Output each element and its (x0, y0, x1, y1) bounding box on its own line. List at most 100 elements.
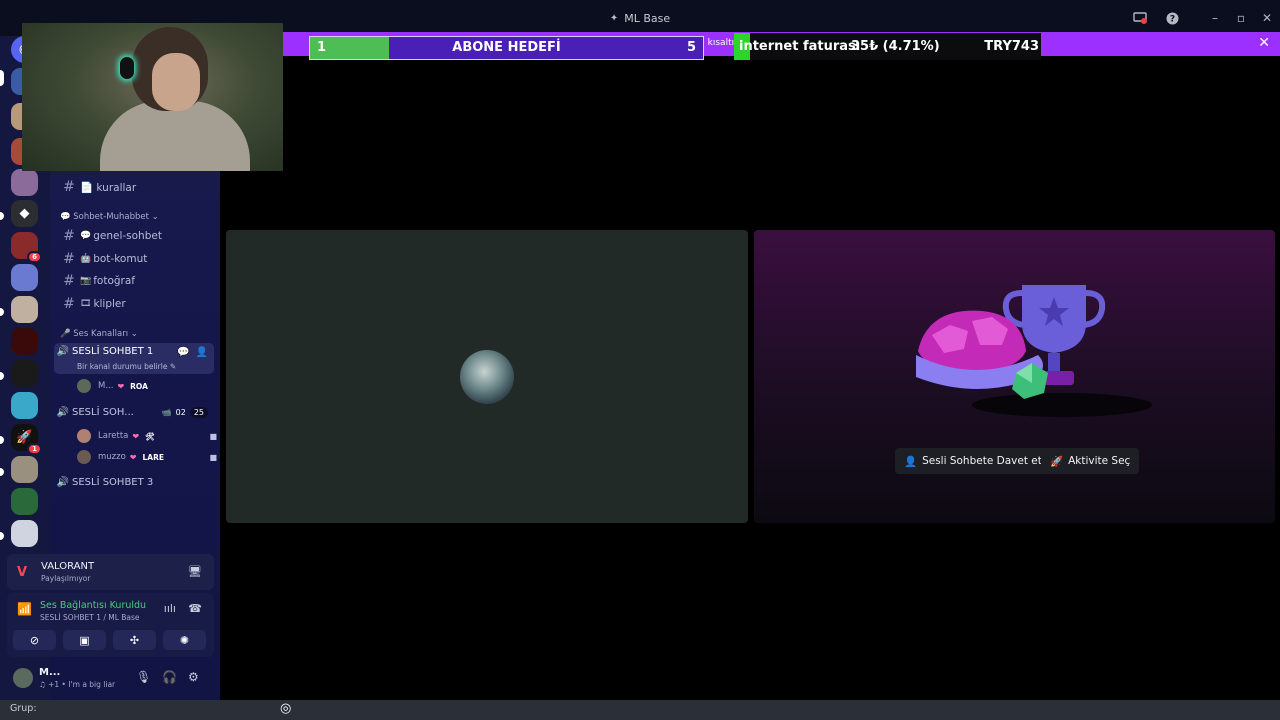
activity-tile: 👤 Sesli Sohbete Davet et 🚀 Aktivite Seç (754, 230, 1275, 523)
channel-label: 📄 kurallar (80, 181, 137, 194)
hash-icon: # (63, 251, 75, 267)
screen-share-icon[interactable] (1124, 0, 1156, 36)
soundboard-icon: ✺ (179, 633, 190, 647)
minimize-button[interactable]: – (1202, 0, 1228, 36)
choose-activity-button[interactable]: 🚀 Aktivite Seç (1041, 448, 1140, 474)
voice-connection-state[interactable]: Ses Bağlantısı Kuruldu (40, 600, 146, 611)
status-bar: Grup: ◎ (0, 700, 1280, 720)
channel-label: klipler (93, 298, 126, 310)
server-icon[interactable]: 🚀 1 (11, 424, 42, 455)
user-panel: M... ♫ +1 • I'm a big liar 🎙 🎧 ⚙ (7, 662, 214, 694)
server-icon[interactable]: 6 (11, 232, 42, 263)
member-tag: 🛠 (145, 431, 155, 441)
channel-item-genel-sohbet[interactable]: # 💬 genel-sohbet (58, 226, 214, 246)
server-icon[interactable] (11, 264, 38, 291)
donation-amount: 35₺ (4.71%) (851, 39, 940, 54)
unread-pill (0, 212, 4, 220)
voice-member[interactable]: M... ❤ ROA (77, 378, 217, 394)
speaker-icon: 🔊 (56, 477, 70, 488)
activity-label: Aktivite Seç (1068, 455, 1131, 467)
headphones-icon[interactable]: 🎧 (162, 670, 177, 684)
camera-off-button[interactable]: ⊘ (13, 630, 56, 650)
noise-suppression-icon[interactable]: ıılı (164, 602, 176, 615)
soundboard-button[interactable]: ✺ (163, 630, 206, 650)
server-icon[interactable] (11, 169, 38, 196)
unread-pill (0, 436, 4, 444)
participant-tile[interactable] (226, 230, 748, 523)
activities-button[interactable]: ✣ (113, 630, 156, 650)
goal-title: ABONE HEDEFİ (452, 40, 561, 55)
voice-channel-meta: 📹 02 25 (162, 407, 208, 418)
server-icon[interactable] (11, 392, 38, 419)
username[interactable]: M... (39, 667, 60, 678)
voice-channel-1[interactable]: 🔊 SESLİ SOHBET 1 (54, 346, 214, 357)
webcam-person-body (100, 101, 250, 171)
category-sohbet[interactable]: 💬 Sohbet-Muhabbet ⌄ (60, 212, 159, 222)
flame-icon: ❤ (117, 381, 125, 391)
donation-goal-widget: internet faturası 35₺ (4.71%) TRY743 (734, 33, 1041, 60)
camera-off-icon: ⊘ (29, 633, 40, 647)
screen-share-button[interactable]: ▣ (63, 630, 106, 650)
server-logo-icon: ✦ (609, 12, 619, 24)
close-window-button[interactable]: ✕ (1254, 0, 1280, 36)
server-icon[interactable] (11, 296, 38, 323)
camera-icon: ■ (209, 452, 217, 462)
microphone-icon[interactable]: 🎙 (136, 670, 151, 684)
speaker-icon: 🔊 (56, 346, 70, 357)
disconnect-icon[interactable]: ☎ (188, 602, 202, 615)
voice-channel-label: SESLİ SOH... (72, 407, 134, 418)
voice-member[interactable]: muzzo ❤ LARE ■ (77, 449, 217, 465)
avatar (77, 450, 91, 464)
channel-emoji: 🎞 (80, 299, 92, 309)
voice-channel-label: SESLİ SOHBET 3 (72, 477, 154, 488)
screen-share-icon[interactable]: 🖥 (188, 565, 202, 578)
member-name: muzzo (98, 452, 126, 462)
valorant-icon: V (17, 565, 28, 580)
app-tray-icon[interactable]: ◎ (280, 701, 291, 716)
member-tag: LARE (142, 452, 164, 462)
voice-channel-3[interactable]: 🔊 SESLİ SOHBET 3 (54, 477, 214, 488)
member-tag: ROA (130, 381, 148, 391)
voice-member[interactable]: Laretta ❤ 🛠 ■ (77, 428, 217, 444)
unread-pill (0, 308, 4, 316)
svg-text:?: ? (1169, 14, 1174, 24)
voice-channel-2[interactable]: 🔊 SESLİ SOH... 📹 02 25 (54, 407, 214, 418)
gear-icon[interactable]: ⚙ (188, 670, 199, 684)
avatar[interactable] (13, 668, 33, 688)
speaker-icon: 🔊 (56, 407, 70, 418)
server-icon[interactable]: ◆ (11, 200, 38, 227)
unread-pill (0, 532, 4, 540)
invite-label: Sesli Sohbete Davet et (922, 455, 1042, 467)
invite-to-voice-button[interactable]: 👤 Sesli Sohbete Davet et (895, 448, 1051, 474)
category-label: 🎤 Ses Kanalları ⌄ (60, 329, 138, 339)
close-notice-button[interactable]: ✕ (1258, 35, 1270, 51)
voice-connection-location[interactable]: SESLİ SOHBET 1 / ML Base (40, 613, 140, 622)
channel-item-bot-komut[interactable]: # 🤖 bot-komut (58, 249, 214, 269)
app-root: ✦ ML Base ? – ▫ ✕ 👤 Sesli Sohbete Davet … (0, 0, 1280, 720)
channel-status-prompt[interactable]: Bir kanal durumu belirle ✎ (77, 362, 176, 371)
mention-badge: 1 (27, 443, 42, 455)
maximize-button[interactable]: ▫ (1228, 0, 1254, 36)
channel-item-kurallar[interactable]: # 📄 kurallar (58, 177, 214, 197)
hash-icon: # (63, 296, 75, 312)
server-icon[interactable] (11, 456, 38, 483)
category-ses-kanallari[interactable]: 🎤 Ses Kanalları ⌄ (60, 329, 138, 339)
unread-pill (0, 372, 4, 380)
subscriber-goal-widget: 1 ABONE HEDEFİ 5 (309, 36, 704, 60)
help-icon[interactable]: ? (1156, 0, 1188, 36)
channel-item-klipler[interactable]: # 🎞 klipler (58, 294, 214, 314)
activities-icon: ✣ (129, 633, 140, 647)
webcam-person-face (152, 53, 200, 111)
server-icon[interactable] (11, 328, 38, 355)
server-icon[interactable] (11, 520, 38, 547)
divider (1188, 0, 1202, 36)
heart-icon: ❤ (129, 452, 137, 462)
server-icon[interactable] (11, 488, 38, 515)
server-icon[interactable] (11, 360, 38, 387)
channel-item-fotograf[interactable]: # 📷 fotoğraf (58, 271, 214, 291)
screen-share-icon: ▣ (79, 633, 90, 647)
game-share-state: Paylaşılmıyor (41, 574, 91, 583)
member-name: Laretta (98, 431, 129, 441)
channel-emoji: 🤖 (80, 254, 92, 264)
webcam-overlay (22, 23, 283, 171)
